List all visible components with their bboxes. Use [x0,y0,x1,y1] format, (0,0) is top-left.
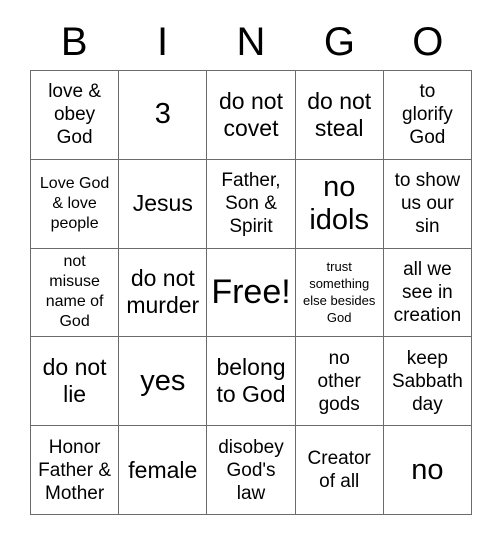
bingo-cell[interactable]: no [383,426,472,515]
bingo-cell-label: Free! [211,273,291,312]
bingo-cell[interactable]: Jesus [119,159,208,249]
bingo-cell[interactable]: Father, Son & Spirit [207,159,296,249]
bingo-cell[interactable]: do not steal [295,71,384,160]
bingo-cell-label: no other gods [317,347,361,415]
bingo-cell-label: Jesus [132,190,193,217]
bingo-cell-label: Father, Son & Spirit [221,170,281,238]
bingo-cell[interactable]: trust something else besides God [295,248,384,338]
bingo-cell[interactable]: keep Sabbath day [383,337,472,427]
bingo-cell-label: Creator of all [307,448,371,493]
bingo-cell-label: no [411,453,444,486]
bingo-cell-label: trust something else besides God [303,259,376,326]
bingo-header-letter-i: I [157,20,169,64]
bingo-cell[interactable]: no idols [295,159,384,249]
bingo-header-letter-o: O [412,20,444,64]
bingo-cell[interactable]: female [119,426,208,515]
bingo-cell-free-space[interactable]: Free! [207,248,296,338]
bingo-cell-label: belong to God [216,354,286,408]
bingo-cell[interactable]: not misuse name of God [31,248,120,338]
bingo-cell[interactable]: Creator of all [295,426,384,515]
bingo-cell[interactable]: to glorify God [383,71,472,160]
bingo-cell-label: all we see in creation [393,258,462,326]
bingo-cell-label: keep Sabbath day [391,347,463,415]
bingo-cell[interactable]: love & obey God [31,71,120,160]
bingo-cell-label: do not covet [219,87,283,141]
bingo-cell[interactable]: no other gods [295,337,384,427]
bingo-cell-label: not misuse name of God [45,253,104,331]
bingo-cell[interactable]: disobey God's law [207,426,296,515]
bingo-cell-label: no idols [309,170,370,236]
bingo-cell-label: Honor Father & Mother [38,436,112,504]
bingo-cell-label: to glorify God [402,81,453,149]
bingo-cell[interactable]: do not murder [119,248,208,338]
bingo-cell[interactable]: to show us our sin [383,159,472,249]
bingo-cell[interactable]: all we see in creation [383,248,472,338]
bingo-cell-label: love & obey God [48,81,101,149]
bingo-cell[interactable]: Honor Father & Mother [31,426,120,515]
bingo-grid: love & obey God 3 do not covet do not steal… [30,70,472,515]
bingo-cell[interactable]: 3 [119,71,208,160]
bingo-cell[interactable]: belong to God [207,337,296,427]
bingo-cell[interactable]: do not covet [207,71,296,160]
bingo-cell-label: disobey God's law [218,436,284,504]
bingo-cell-label: 3 [154,98,171,131]
bingo-cell-label: do not lie [42,354,107,408]
bingo-header-row: B I N G O [30,14,472,70]
bingo-cell[interactable]: do not lie [31,337,120,427]
bingo-cell[interactable]: Love God & love people [31,159,120,249]
bingo-cell-label: do not steal [307,87,372,141]
bingo-header-letter-g: G [323,20,355,64]
bingo-cell[interactable]: yes [119,337,208,427]
bingo-cell-label: Love God & love people [39,174,110,232]
bingo-header-letter-n: N [236,20,266,64]
bingo-cell-label: yes [140,364,186,397]
bingo-cell-label: do not murder [126,265,200,319]
bingo-cell-label: to show us our sin [394,170,461,238]
bingo-header-letter-b: B [60,20,88,64]
bingo-cell-label: female [128,456,198,483]
bingo-card: B I N G O love & obey God 3 do not covet do… [0,0,500,544]
